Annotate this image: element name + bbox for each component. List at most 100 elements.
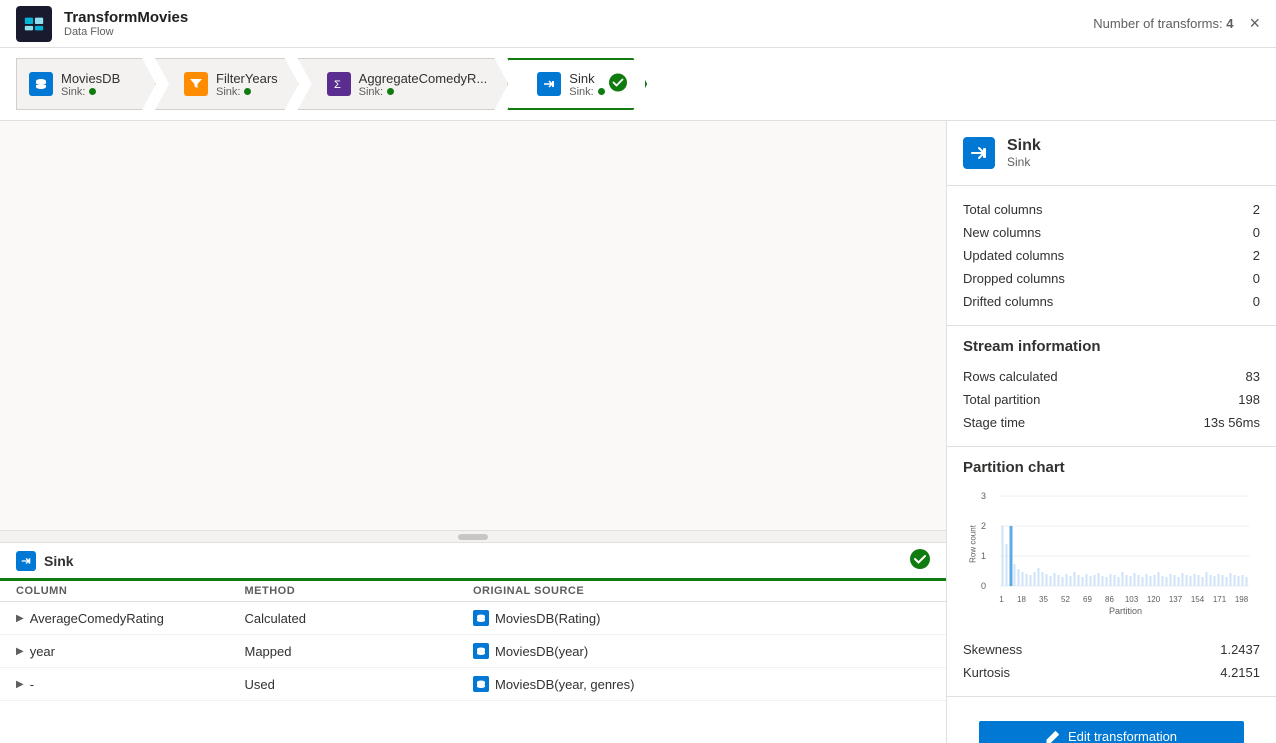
kurtosis-row: Kurtosis 4.2151 <box>963 661 1260 684</box>
svg-text:198: 198 <box>1235 595 1249 604</box>
db-icon <box>29 72 53 96</box>
col-header-source: ORIGINAL SOURCE <box>473 585 930 597</box>
source-icon-0 <box>473 610 489 626</box>
node-name-moviesdb: MoviesDB <box>61 71 120 86</box>
header-left: TransformMovies Data Flow <box>16 6 188 42</box>
pipeline-node-sink[interactable]: Sink Sink: <box>507 58 647 110</box>
svg-text:3: 3 <box>981 491 986 501</box>
chart-title: Partition chart <box>963 459 1260 476</box>
stream-title: Stream information <box>963 338 1260 355</box>
stat-new-columns: New columns 0 <box>963 221 1260 244</box>
canvas-area[interactable] <box>0 121 946 531</box>
scrollbar-area[interactable] <box>0 531 946 543</box>
node-info-moviesdb: MoviesDB Sink: <box>61 71 120 98</box>
node-name-filteryears: FilterYears <box>216 71 278 86</box>
table-sink-icon <box>16 551 36 571</box>
sink-icon <box>537 72 561 96</box>
right-panel-title: Sink <box>1007 137 1041 155</box>
node-info-aggregate: AggregateComedyR... Sink: <box>359 71 488 98</box>
source-icon-1 <box>473 643 489 659</box>
skew-section: Skewness 1.2437 Kurtosis 4.2151 <box>947 626 1276 696</box>
cell-source-1: MoviesDB(year) <box>473 643 930 659</box>
pipeline-node-filteryears[interactable]: FilterYears Sink: <box>155 58 299 110</box>
chart-section: Partition chart 3 2 1 0 Row count <box>947 447 1276 626</box>
svg-text:69: 69 <box>1083 595 1092 604</box>
main-content: Sink COLUMN METHOD ORIGINAL SOURCE ▶ <box>0 121 1276 743</box>
svg-text:137: 137 <box>1169 595 1183 604</box>
node-name-aggregate: AggregateComedyR... <box>359 71 488 86</box>
kurtosis-value: 4.2151 <box>1220 665 1260 680</box>
pipeline-bar: MoviesDB Sink: FilterYears Sink: Σ Aggre… <box>0 48 1276 121</box>
expand-icon-0: ▶ <box>16 613 24 624</box>
cell-column-0: ▶ AverageComedyRating <box>16 611 245 626</box>
stat-stage-time: Stage time 13s 56ms <box>963 411 1260 434</box>
bottom-table: Sink COLUMN METHOD ORIGINAL SOURCE ▶ <box>0 543 946 743</box>
table-row[interactable]: ▶ - Used MoviesDB(year, genres) <box>0 668 946 701</box>
app-icon <box>16 6 52 42</box>
partition-chart-svg: 3 2 1 0 Row count <box>963 484 1260 614</box>
svg-text:171: 171 <box>1213 595 1227 604</box>
node-sink-filteryears: Sink: <box>216 86 278 98</box>
filter-icon <box>184 72 208 96</box>
skewness-row: Skewness 1.2437 <box>963 638 1260 661</box>
cell-column-2: ▶ - <box>16 677 245 692</box>
right-panel-subtitle: Sink <box>1007 155 1041 169</box>
column-headers: COLUMN METHOD ORIGINAL SOURCE <box>0 581 946 602</box>
cell-method-2: Used <box>245 677 474 692</box>
svg-text:Row count: Row count <box>969 524 978 563</box>
header-right: Number of transforms: 4 × <box>1093 13 1260 34</box>
pipeline-node-aggregate[interactable]: Σ AggregateComedyR... Sink: <box>298 58 509 110</box>
cell-column-1: ▶ year <box>16 644 245 659</box>
cell-method-0: Calculated <box>245 611 474 626</box>
table-row[interactable]: ▶ year Mapped MoviesDB(year) <box>0 635 946 668</box>
edit-btn-container: Edit transformation <box>947 696 1276 743</box>
right-header: Sink Sink <box>947 121 1276 186</box>
kurtosis-label: Kurtosis <box>963 665 1010 680</box>
left-panel: Sink COLUMN METHOD ORIGINAL SOURCE ▶ <box>0 121 946 743</box>
scrollbar-thumb <box>458 534 488 540</box>
stat-rows-calculated: Rows calculated 83 <box>963 365 1260 388</box>
node-info-sink: Sink Sink: <box>569 71 604 98</box>
chart-container: 3 2 1 0 Row count <box>963 484 1260 614</box>
svg-text:35: 35 <box>1039 595 1048 604</box>
table-row[interactable]: ▶ AverageComedyRating Calculated MoviesD… <box>0 602 946 635</box>
node-sink-aggregate: Sink: <box>359 86 488 98</box>
right-panel: Sink Sink Total columns 2 New columns 0 … <box>946 121 1276 743</box>
stat-dropped-columns: Dropped columns 0 <box>963 267 1260 290</box>
app-subtitle: Data Flow <box>64 26 188 38</box>
svg-text:Partition: Partition <box>1109 606 1142 614</box>
svg-text:154: 154 <box>1191 595 1205 604</box>
expand-icon-2: ▶ <box>16 679 24 690</box>
expand-icon-1: ▶ <box>16 646 24 657</box>
svg-text:86: 86 <box>1105 595 1114 604</box>
right-title-block: Sink Sink <box>1007 137 1041 169</box>
edit-transformation-button[interactable]: Edit transformation <box>979 721 1244 743</box>
table-title: Sink <box>44 553 74 569</box>
cell-method-1: Mapped <box>245 644 474 659</box>
svg-text:Σ: Σ <box>334 79 341 91</box>
source-icon-2 <box>473 676 489 692</box>
svg-text:103: 103 <box>1125 595 1139 604</box>
edit-icon <box>1046 730 1060 743</box>
svg-text:18: 18 <box>1017 595 1026 604</box>
stream-section: Stream information Rows calculated 83 To… <box>947 326 1276 447</box>
table-header-row: Sink <box>0 543 946 581</box>
stat-updated-columns: Updated columns 2 <box>963 244 1260 267</box>
node-check-sink <box>609 74 627 95</box>
stats-section: Total columns 2 New columns 0 Updated co… <box>947 186 1276 326</box>
app-title: TransformMovies <box>64 9 188 26</box>
svg-text:0: 0 <box>981 581 986 591</box>
svg-text:1: 1 <box>981 551 986 561</box>
right-header-icon <box>963 137 995 169</box>
app-title-block: TransformMovies Data Flow <box>64 9 188 38</box>
node-name-sink: Sink <box>569 71 604 86</box>
app-header: TransformMovies Data Flow Number of tran… <box>0 0 1276 48</box>
pipeline-node-moviesdb[interactable]: MoviesDB Sink: <box>16 58 156 110</box>
cell-source-2: MoviesDB(year, genres) <box>473 676 930 692</box>
stat-drifted-columns: Drifted columns 0 <box>963 290 1260 313</box>
close-button[interactable]: × <box>1249 13 1260 34</box>
stat-total-columns: Total columns 2 <box>963 198 1260 221</box>
node-sink-moviesdb: Sink: <box>61 86 120 98</box>
svg-text:2: 2 <box>981 521 986 531</box>
col-header-column: COLUMN <box>16 585 245 597</box>
